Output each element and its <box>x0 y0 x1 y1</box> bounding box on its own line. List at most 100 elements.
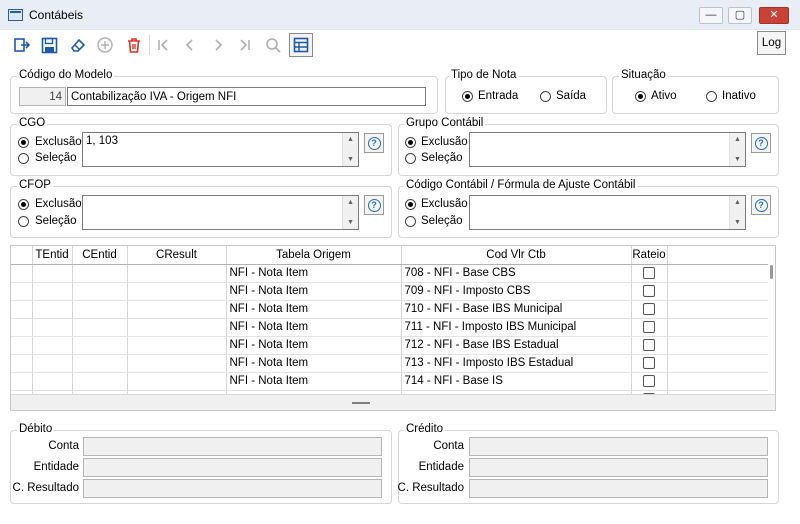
cell-centid[interactable] <box>72 336 128 355</box>
row-selector[interactable] <box>11 354 33 373</box>
row-selector[interactable] <box>11 372 33 391</box>
close-button[interactable]: ✕ <box>759 7 789 24</box>
cell-tabela-origem[interactable]: NFI - Nota Item <box>226 264 402 283</box>
scroll-up-icon[interactable]: ▲ <box>343 196 358 209</box>
column-header-tabela-origem[interactable]: Tabela Origem <box>226 246 402 265</box>
credito-conta-field[interactable] <box>469 437 768 456</box>
modelo-description-field[interactable]: Contabilização IVA - Origem NFI <box>67 87 426 106</box>
codigo-contabil-help-button[interactable]: ? <box>751 195 771 215</box>
next-record-button[interactable] <box>206 33 230 57</box>
table-row[interactable]: NFI - Nota Item 714 - NFI - Base IS <box>11 372 769 391</box>
first-record-button[interactable] <box>151 33 175 57</box>
scroll-down-icon[interactable]: ▼ <box>343 216 358 229</box>
column-header-tentid[interactable]: TEntid <box>32 246 73 265</box>
cell-centid[interactable] <box>72 282 128 301</box>
exit-button[interactable] <box>10 33 34 57</box>
table-row[interactable]: NFI - Nota Item 712 - NFI - Base IBS Esta… <box>11 336 769 355</box>
rateio-checkbox[interactable] <box>643 302 655 315</box>
cell-centid[interactable] <box>72 318 128 337</box>
cell-cresult[interactable] <box>127 264 227 283</box>
cell-tabela-origem[interactable]: NFI - Nota Item <box>226 318 402 337</box>
rateio-checkbox[interactable] <box>643 284 655 297</box>
row-selector[interactable] <box>11 336 33 355</box>
cell-tentid[interactable] <box>32 372 73 391</box>
cell-cresult[interactable] <box>127 336 227 355</box>
cell-cresult[interactable] <box>127 372 227 391</box>
rateio-checkbox[interactable] <box>643 338 655 351</box>
cgo-textarea[interactable]: 1, 103 ▲ ▼ <box>82 132 359 167</box>
grupo-contabil-help-button[interactable]: ? <box>751 133 771 153</box>
rateio-checkbox[interactable] <box>643 266 655 279</box>
row-selector[interactable] <box>11 264 33 283</box>
column-header-cresult[interactable]: CResult <box>127 246 227 265</box>
log-button[interactable]: Log <box>757 31 786 55</box>
cell-cresult[interactable] <box>127 300 227 319</box>
rateio-checkbox[interactable] <box>643 374 655 387</box>
cell-centid[interactable] <box>72 354 128 373</box>
codigo-contabil-textarea[interactable]: ▲ ▼ <box>469 195 746 230</box>
previous-record-button[interactable] <box>178 33 202 57</box>
modelo-code-field[interactable]: 14 <box>19 87 66 106</box>
cfop-scrollbar[interactable]: ▲ ▼ <box>342 196 358 229</box>
grupo-selecao-radio[interactable] <box>405 153 416 164</box>
scroll-down-icon[interactable]: ▼ <box>730 153 745 166</box>
cgo-exclusao-radio[interactable] <box>18 137 29 148</box>
add-button[interactable] <box>93 33 117 57</box>
cell-tabela-origem[interactable]: NFI - Nota Item <box>226 300 402 319</box>
rateio-checkbox[interactable] <box>643 320 655 333</box>
table-row[interactable]: NFI - Nota Item 711 - NFI - Imposto IBS M… <box>11 318 769 337</box>
table-row[interactable]: NFI - Nota Item 710 - NFI - Base IBS Muni… <box>11 300 769 319</box>
codigo-selecao-radio[interactable] <box>405 216 416 227</box>
debito-entidade-field[interactable] <box>83 458 382 477</box>
tipo-nota-saida-radio[interactable] <box>540 91 551 102</box>
scroll-up-icon[interactable]: ▲ <box>730 133 745 146</box>
row-selector[interactable] <box>11 318 33 337</box>
delete-button[interactable] <box>122 33 146 57</box>
table-row[interactable]: NFI - Nota Item 713 - NFI - Imposto IBS E… <box>11 354 769 373</box>
scroll-down-icon[interactable]: ▼ <box>343 153 358 166</box>
row-selector[interactable] <box>11 282 33 301</box>
cell-tabela-origem[interactable]: NFI - Nota Item <box>226 354 402 373</box>
cell-cod-vlr-ctb[interactable]: 714 - NFI - Base IS <box>401 372 632 391</box>
situacao-ativo-radio[interactable] <box>635 91 646 102</box>
cell-centid[interactable] <box>72 264 128 283</box>
column-header-rateio[interactable]: Rateio <box>631 246 668 265</box>
cell-tentid[interactable] <box>32 300 73 319</box>
cell-tabela-origem[interactable]: NFI - Nota Item <box>226 372 402 391</box>
column-header-cod-vlr-ctb[interactable]: Cod Vlr Ctb <box>401 246 632 265</box>
cfop-help-button[interactable]: ? <box>364 195 384 215</box>
scroll-up-icon[interactable]: ▲ <box>343 133 358 146</box>
cell-tentid[interactable] <box>32 336 73 355</box>
scroll-down-icon[interactable]: ▼ <box>730 216 745 229</box>
cell-cresult[interactable] <box>127 354 227 373</box>
grid-scrollbar[interactable] <box>768 246 775 396</box>
cell-centid[interactable] <box>72 300 128 319</box>
resize-grip-icon[interactable] <box>352 402 370 404</box>
cfop-textarea[interactable]: ▲ ▼ <box>82 195 359 230</box>
credito-resultado-field[interactable] <box>469 479 768 498</box>
cell-cod-vlr-ctb[interactable]: 708 - NFI - Base CBS <box>401 264 632 283</box>
cell-cresult[interactable] <box>127 318 227 337</box>
cell-cod-vlr-ctb[interactable]: 711 - NFI - Imposto IBS Municipal <box>401 318 632 337</box>
grupo-contabil-scrollbar[interactable]: ▲ ▼ <box>729 133 745 166</box>
codigo-contabil-scrollbar[interactable]: ▲ ▼ <box>729 196 745 229</box>
codigo-exclusao-radio[interactable] <box>405 199 416 210</box>
erase-button[interactable] <box>66 33 90 57</box>
grid-scrollbar-thumb[interactable] <box>770 265 773 279</box>
cell-cod-vlr-ctb[interactable]: 713 - NFI - Imposto IBS Estadual <box>401 354 632 373</box>
grupo-contabil-textarea[interactable]: ▲ ▼ <box>469 132 746 167</box>
debito-conta-field[interactable] <box>83 437 382 456</box>
cgo-scrollbar[interactable]: ▲ ▼ <box>342 133 358 166</box>
rateio-checkbox[interactable] <box>643 356 655 369</box>
cell-cod-vlr-ctb[interactable]: 712 - NFI - Base IBS Estadual <box>401 336 632 355</box>
cell-tabela-origem[interactable]: NFI - Nota Item <box>226 282 402 301</box>
column-header-centid[interactable]: CEntid <box>72 246 128 265</box>
cfop-exclusao-radio[interactable] <box>18 199 29 210</box>
debito-resultado-field[interactable] <box>83 479 382 498</box>
cell-cod-vlr-ctb[interactable]: 709 - NFI - Imposto CBS <box>401 282 632 301</box>
rules-grid[interactable]: TEntid CEntid CResult Tabela Origem Cod … <box>10 245 776 411</box>
cgo-selecao-radio[interactable] <box>18 153 29 164</box>
scroll-up-icon[interactable]: ▲ <box>730 196 745 209</box>
grupo-exclusao-radio[interactable] <box>405 137 416 148</box>
cell-tentid[interactable] <box>32 354 73 373</box>
